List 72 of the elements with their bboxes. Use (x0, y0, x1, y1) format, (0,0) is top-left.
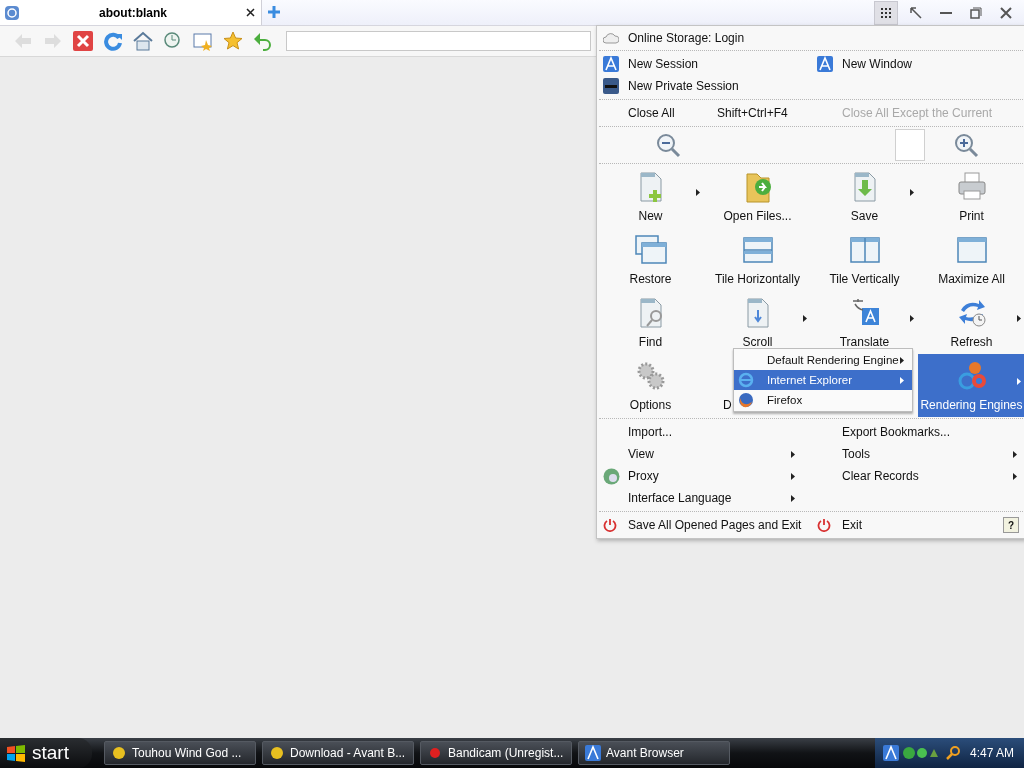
stop-icon (73, 31, 93, 51)
avant-logo-icon (585, 745, 601, 761)
menu-tile[interactable]: Print (918, 165, 1024, 228)
menu-tile[interactable]: Save (811, 165, 918, 228)
menu-item[interactable]: New Window (842, 53, 913, 75)
e-logo-icon (738, 372, 754, 388)
menu-item[interactable]: Proxy (628, 465, 803, 487)
clock-icon (163, 31, 183, 51)
taskbar-button[interactable]: Download - Avant B... (262, 741, 414, 765)
power-icon (817, 518, 831, 532)
home-icon (133, 31, 153, 51)
plus-icon (267, 5, 281, 19)
refresh-icon (103, 31, 123, 51)
browser-tab[interactable]: about:blank (0, 0, 262, 25)
menu-tile[interactable]: Find (597, 291, 704, 354)
zoom-level-field[interactable] (895, 129, 925, 161)
undo-arrow-icon (253, 31, 273, 51)
shortcut-text: Shift+Ctrl+F4 (717, 106, 788, 120)
menu-item[interactable]: Export Bookmarks... (842, 421, 1024, 443)
menu-tile[interactable]: Maximize All (918, 228, 1024, 291)
menu-button[interactable] (874, 0, 898, 25)
forward-arrow-icon (44, 33, 62, 49)
app-icon (269, 745, 285, 761)
menu-item[interactable]: Clear Records (842, 465, 1024, 487)
menu-item[interactable]: Import... (628, 421, 803, 443)
star-icon (223, 31, 243, 51)
power-icon (603, 518, 617, 532)
minimize-icon (940, 11, 952, 14)
menu-tile[interactable]: Restore (597, 228, 704, 291)
zoom-in-button[interactable] (953, 132, 979, 158)
help-button[interactable]: ? (1003, 517, 1019, 533)
windows-icon (633, 233, 668, 267)
submenu-item[interactable]: Firefox (734, 390, 912, 410)
avant-logo-icon (603, 56, 619, 72)
menu-item[interactable]: New Private Session (628, 75, 739, 97)
menu-tile[interactable]: Tile Horizontally (704, 228, 811, 291)
avant-logo-icon[interactable] (882, 745, 899, 761)
menu-item[interactable]: Online Storage: Login (628, 27, 745, 49)
menu-tile[interactable]: Tile Vertically (811, 228, 918, 291)
close-icon[interactable] (246, 8, 255, 17)
grid-icon (880, 6, 892, 19)
menu-item[interactable]: Exit (842, 514, 862, 536)
stop-button[interactable] (70, 29, 96, 53)
submenu-item[interactable]: Internet Explorer (734, 370, 912, 390)
close-icon (1000, 6, 1012, 19)
menu-tile[interactable]: New (597, 165, 704, 228)
menu-tile[interactable]: Open Files... (704, 165, 811, 228)
menu-item[interactable]: New Session (628, 53, 699, 75)
menu-tile[interactable]: Refresh (918, 291, 1024, 354)
back-arrow-icon (14, 33, 32, 49)
menu-tile[interactable]: Rendering Engines (918, 354, 1024, 417)
avant-logo-icon (817, 56, 833, 72)
clock-text: 4:47 AM (969, 746, 1014, 760)
menu-item[interactable]: Save All Opened Pages and Exit (628, 514, 802, 536)
taskbar-button[interactable]: Bandicam (Unregist... (420, 741, 572, 765)
record-icon (427, 745, 443, 761)
menu-tile[interactable]: Options (597, 354, 704, 417)
windows-flag-icon (6, 744, 26, 762)
menu-item[interactable]: Tools (842, 443, 1024, 465)
cloud-icon (603, 32, 619, 44)
menu-item[interactable]: Interface Language (628, 487, 803, 509)
zoom-out-button[interactable] (655, 132, 681, 158)
restore-icon (970, 6, 982, 19)
diagonal-arrow-icon (909, 5, 923, 20)
app-icon (111, 745, 127, 761)
menu-item[interactable]: View (628, 443, 803, 465)
taskbar-button[interactable]: Avant Browser (578, 741, 730, 765)
magnifier-icon[interactable] (944, 745, 961, 761)
start-button[interactable]: start (0, 738, 92, 768)
menu-item[interactable]: Close All (628, 102, 717, 124)
address-field[interactable] (286, 31, 591, 51)
taskbar-button[interactable]: Touhou Wind God ... (104, 741, 256, 765)
